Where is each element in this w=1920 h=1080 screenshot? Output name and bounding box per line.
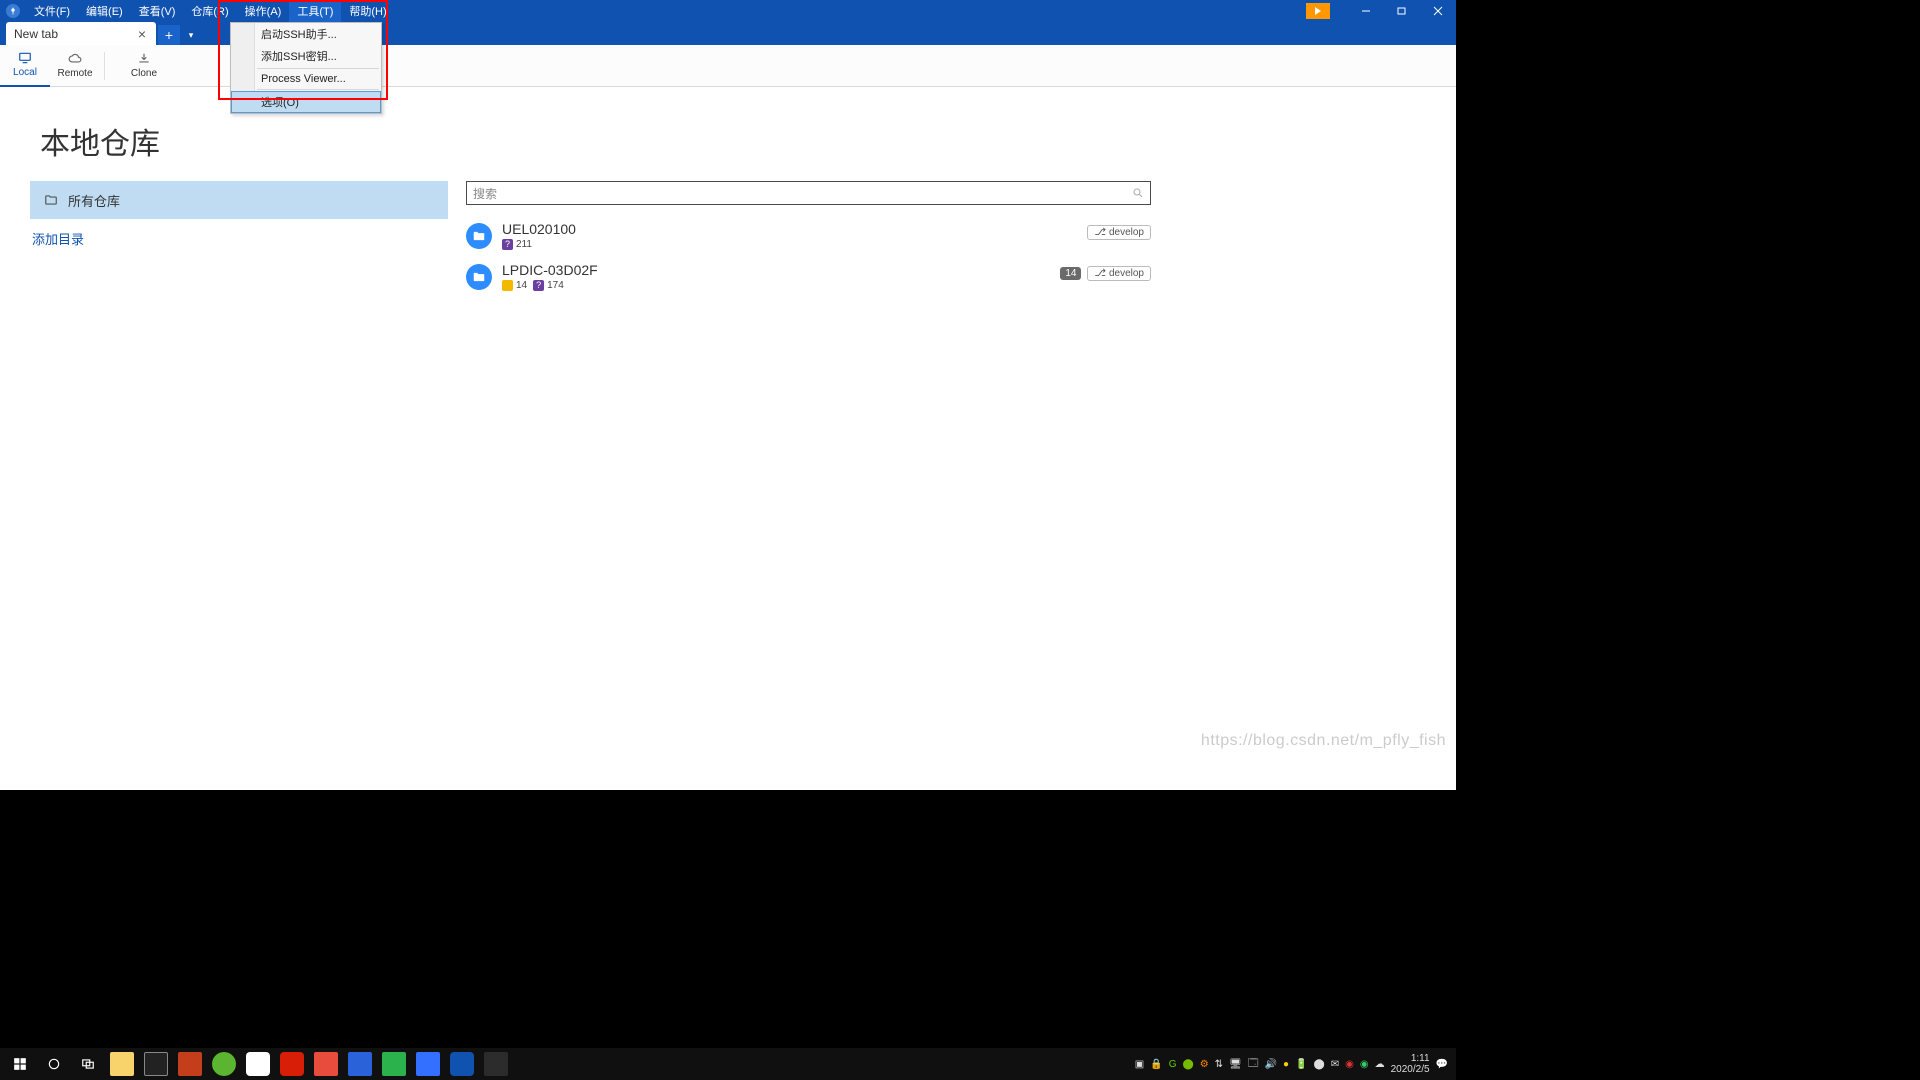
sidebar-all-repos-label: 所有仓库	[68, 191, 120, 210]
menu-action[interactable]: 操作(A)	[237, 0, 290, 23]
menu-item-ssh-helper[interactable]: 启动SSH助手...	[231, 23, 381, 45]
folder-icon	[44, 193, 58, 207]
task-calculator-icon[interactable]	[144, 1052, 168, 1076]
window-close-button[interactable]	[1420, 0, 1456, 22]
tray-icon[interactable]: ◉	[1360, 1059, 1369, 1070]
tray-icon[interactable]: ⚙	[1200, 1059, 1209, 1070]
app-logo-icon	[6, 4, 20, 18]
toolbar: Local Remote Clone	[0, 45, 1456, 87]
task-app-icon[interactable]	[246, 1052, 270, 1076]
menu-separator	[257, 89, 379, 90]
tab-new[interactable]: New tab ×	[6, 22, 156, 45]
branch-pill[interactable]: ⎇ develop	[1087, 266, 1151, 281]
menu-repo[interactable]: 仓库(R)	[183, 0, 236, 23]
task-iqiyi-icon[interactable]	[382, 1052, 406, 1076]
tray-icon[interactable]: 🔒	[1150, 1059, 1162, 1070]
task-app-icon[interactable]	[314, 1052, 338, 1076]
tray-icon[interactable]: ⬤	[1182, 1059, 1193, 1070]
tools-dropdown: 启动SSH助手... 添加SSH密钥... Process Viewer... …	[230, 22, 382, 114]
tray-icon[interactable]: 🗔	[1248, 1056, 1259, 1073]
window-maximize-button[interactable]	[1384, 0, 1420, 22]
repo-meta-badge: 14	[502, 280, 527, 291]
tray-icon[interactable]: ▣	[1135, 1059, 1144, 1070]
sidebar-add-directory[interactable]: 添加目录	[30, 219, 448, 258]
repo-item[interactable]: LPDIC-03D02F 14 ?174 14 ⎇ develop	[466, 256, 1151, 297]
main-content: 本地仓库 所有仓库 添加目录 搜索 UEL020100	[0, 87, 1456, 790]
tray-icon[interactable]: ⇅	[1215, 1059, 1223, 1070]
monitor-icon	[16, 51, 34, 65]
window-minimize-button[interactable]	[1348, 0, 1384, 22]
task-powerpoint-icon[interactable]	[178, 1052, 202, 1076]
repo-meta-badge: ?211	[502, 239, 532, 250]
tabs-row: New tab × + ▾	[0, 22, 1456, 45]
start-button[interactable]	[8, 1052, 32, 1076]
tray-clock[interactable]: 1:11 2020/2/5	[1391, 1053, 1430, 1075]
repo-meta-badge: ?174	[533, 280, 564, 291]
count-pill: 14	[1060, 267, 1081, 280]
watermark-text: https://blog.csdn.net/m_pfly_fish	[1201, 732, 1446, 750]
system-tray: ▣ 🔒 G ⬤ ⚙ ⇅ 🖥 🗔 🔊 ● 🔋 ⬤ ✉ ◉ ◉ ☁ 1:11 202…	[1135, 1053, 1456, 1075]
cortana-button[interactable]	[42, 1052, 66, 1076]
tray-notifications-icon[interactable]: 💬	[1436, 1059, 1448, 1070]
sidebar: 所有仓库 添加目录	[30, 181, 448, 297]
search-icon	[1132, 187, 1144, 199]
download-icon	[135, 52, 153, 66]
tray-battery-icon[interactable]: 🔋	[1295, 1059, 1307, 1070]
toolbar-local[interactable]: Local	[0, 45, 50, 87]
app-window: 文件(F) 编辑(E) 查看(V) 仓库(R) 操作(A) 工具(T) 帮助(H…	[0, 0, 1456, 790]
tab-close-button[interactable]: ×	[136, 26, 148, 42]
task-view-button[interactable]	[76, 1052, 100, 1076]
menu-view[interactable]: 查看(V)	[131, 0, 184, 23]
repo-name: LPDIC-03D02F	[502, 262, 1050, 278]
search-input[interactable]: 搜索	[466, 181, 1151, 205]
toolbar-remote[interactable]: Remote	[50, 45, 100, 87]
task-sourcetree-icon[interactable]	[450, 1052, 474, 1076]
menu-separator	[257, 68, 379, 69]
notifications-button[interactable]	[1306, 3, 1330, 19]
tray-icon[interactable]: ◉	[1345, 1059, 1354, 1070]
sidebar-item-all-repos[interactable]: 所有仓库	[30, 181, 448, 219]
task-netease-icon[interactable]	[280, 1052, 304, 1076]
task-jlink-icon[interactable]	[348, 1052, 372, 1076]
windows-taskbar: ▣ 🔒 G ⬤ ⚙ ⇅ 🖥 🗔 🔊 ● 🔋 ⬤ ✉ ◉ ◉ ☁ 1:11 202…	[0, 1048, 1456, 1080]
page-title: 本地仓库	[40, 119, 1426, 163]
toolbar-separator	[104, 52, 105, 80]
tray-icon[interactable]: 🖥	[1229, 1059, 1242, 1070]
menu-tools[interactable]: 工具(T)	[289, 0, 341, 23]
repo-item[interactable]: UEL020100 ?211 ⎇ develop	[466, 215, 1151, 256]
tray-icon[interactable]: ●	[1283, 1059, 1289, 1070]
menu-edit[interactable]: 编辑(E)	[78, 0, 131, 23]
menu-item-add-ssh-key[interactable]: 添加SSH密钥...	[231, 45, 381, 67]
branch-pill[interactable]: ⎇ develop	[1087, 225, 1151, 240]
folder-icon	[466, 264, 492, 290]
toolbar-clone[interactable]: Clone	[109, 45, 179, 87]
titlebar: 文件(F) 编辑(E) 查看(V) 仓库(R) 操作(A) 工具(T) 帮助(H…	[0, 0, 1456, 22]
tray-volume-icon[interactable]: 🔊	[1265, 1059, 1277, 1070]
toolbar-remote-label: Remote	[57, 68, 92, 79]
tray-icon[interactable]: ☁	[1375, 1059, 1385, 1070]
menu-item-options[interactable]: 选项(O)	[231, 91, 381, 113]
search-placeholder: 搜索	[473, 185, 1132, 202]
toolbar-local-label: Local	[13, 67, 37, 78]
tray-icon[interactable]: ⬤	[1314, 1059, 1325, 1070]
task-explorer-icon[interactable]	[110, 1052, 134, 1076]
task-feishu-icon[interactable]	[416, 1052, 440, 1076]
new-tab-button[interactable]: +	[158, 25, 180, 45]
cloud-icon	[66, 52, 84, 66]
toolbar-clone-label: Clone	[131, 68, 157, 79]
tab-dropdown-button[interactable]: ▾	[180, 25, 202, 45]
task-wechat-icon[interactable]	[212, 1052, 236, 1076]
tray-icon[interactable]: ✉	[1331, 1059, 1339, 1070]
menu-help[interactable]: 帮助(H)	[341, 0, 394, 23]
tab-label: New tab	[14, 27, 58, 41]
folder-icon	[466, 223, 492, 249]
menu-file[interactable]: 文件(F)	[26, 0, 78, 23]
menu-item-process-viewer[interactable]: Process Viewer...	[231, 70, 381, 88]
repo-name: UEL020100	[502, 221, 1077, 237]
task-wechat2-icon[interactable]	[484, 1052, 508, 1076]
tray-icon[interactable]: G	[1169, 1059, 1177, 1070]
repo-panel: 搜索 UEL020100 ?211 ⎇ develop	[466, 181, 1151, 297]
